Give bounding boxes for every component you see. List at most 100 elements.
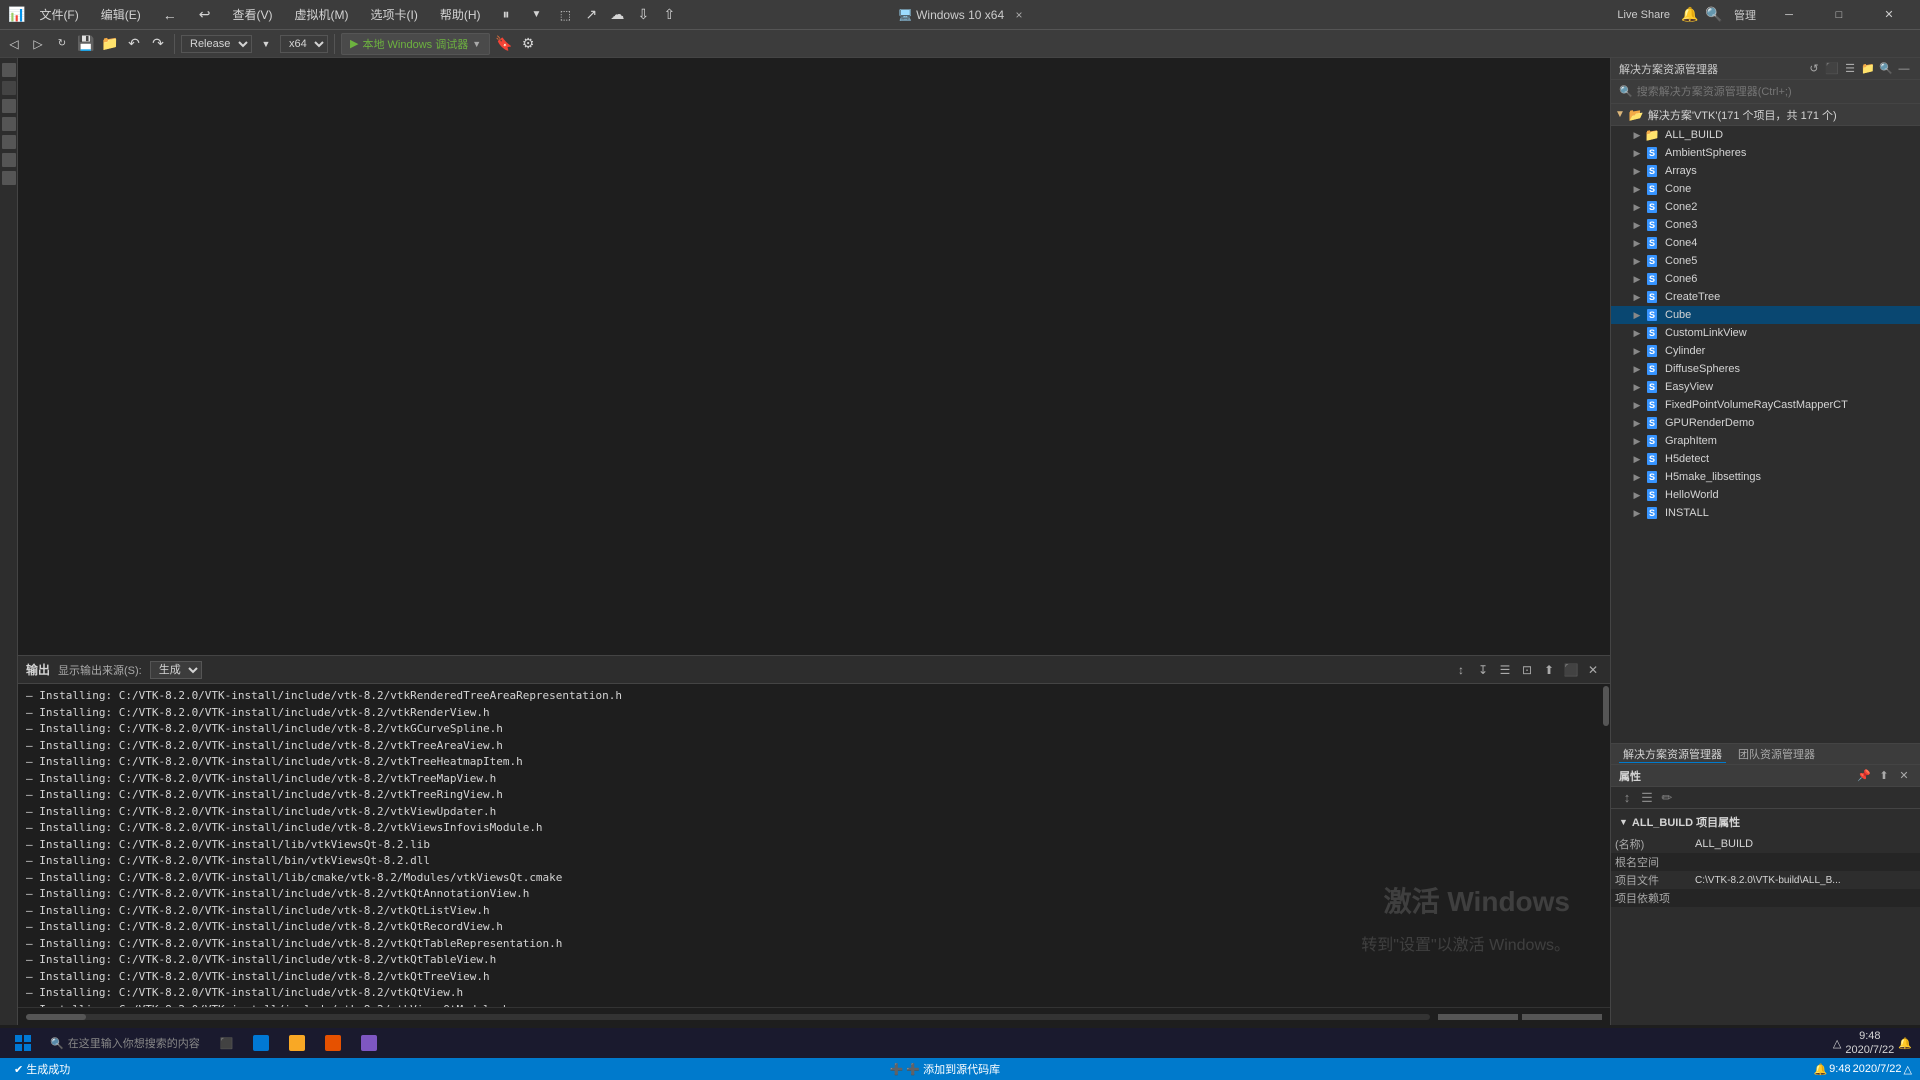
code-editor[interactable] bbox=[18, 58, 1610, 655]
props-btn-pin[interactable]: 📌 bbox=[1856, 768, 1872, 784]
tree-item-customlinkview[interactable]: ▶SCustomLinkView bbox=[1611, 324, 1920, 342]
tab-team-explorer[interactable]: 团队资源管理器 bbox=[1734, 746, 1819, 762]
taskbar-search-placeholder[interactable]: 在这里输入你想搜索的内容 bbox=[68, 1035, 200, 1051]
view-menu[interactable]: 查看(V) bbox=[225, 4, 281, 25]
taskbar-time[interactable]: 9:48 2020/7/22 bbox=[1845, 1029, 1894, 1058]
left-icon-2[interactable] bbox=[2, 81, 16, 95]
taskbar-explorer[interactable] bbox=[281, 1030, 313, 1056]
sol-btn-5[interactable]: 🔍 bbox=[1878, 61, 1894, 77]
tree-item-cone6[interactable]: ▶SCone6 bbox=[1611, 270, 1920, 288]
help-menu[interactable]: 帮助(H) bbox=[432, 4, 489, 25]
toolbar-icon-5[interactable]: ⇧ bbox=[659, 5, 679, 25]
sol-btn-3[interactable]: ☰ bbox=[1842, 61, 1858, 77]
left-icon-3[interactable] bbox=[2, 99, 16, 113]
props-btn-close[interactable]: ✕ bbox=[1896, 768, 1912, 784]
run-dropdown-icon[interactable]: ▼ bbox=[472, 39, 481, 49]
maximize-btn[interactable]: □ bbox=[1816, 0, 1862, 30]
output-btn-4[interactable]: ⊡ bbox=[1518, 661, 1536, 679]
sol-btn-1[interactable]: ↺ bbox=[1806, 61, 1822, 77]
tree-item-all_build[interactable]: ▶📁ALL_BUILD bbox=[1611, 126, 1920, 144]
left-icon-6[interactable] bbox=[2, 153, 16, 167]
left-icon-1[interactable] bbox=[2, 63, 16, 77]
bookmark-icon[interactable]: 🔖 bbox=[494, 34, 514, 54]
taskbar-app3[interactable] bbox=[317, 1030, 349, 1056]
status-success[interactable]: ✔ 生成成功 bbox=[8, 1061, 76, 1077]
toolbar-icon-2[interactable]: ↗ bbox=[581, 5, 601, 25]
solution-search-input[interactable] bbox=[1637, 86, 1912, 98]
tab-solution-explorer[interactable]: 解决方案资源管理器 bbox=[1619, 746, 1726, 763]
left-icon-5[interactable] bbox=[2, 135, 16, 149]
config-select[interactable]: Release Debug bbox=[181, 35, 252, 53]
tree-item-cone4[interactable]: ▶SCone4 bbox=[1611, 234, 1920, 252]
window-close-icon[interactable]: × bbox=[1015, 8, 1022, 22]
add-source-btn[interactable]: ➕ ➕ 添加到源代码库 bbox=[884, 1061, 1006, 1077]
taskbar-app4[interactable] bbox=[353, 1030, 385, 1056]
notification-center-icon[interactable]: 🔔 bbox=[1898, 1037, 1912, 1050]
tree-item-ambientspheres[interactable]: ▶SAmbientSpheres bbox=[1611, 144, 1920, 162]
refresh-btn[interactable]: ↻ bbox=[52, 34, 72, 54]
forward-btn[interactable]: ▷ bbox=[28, 34, 48, 54]
tree-item-h5detect[interactable]: ▶SH5detect bbox=[1611, 450, 1920, 468]
manage-btn[interactable]: 管理 bbox=[1728, 7, 1762, 23]
output-float-btn[interactable]: ⬆ bbox=[1540, 661, 1558, 679]
tree-item-easyview[interactable]: ▶SEasyView bbox=[1611, 378, 1920, 396]
tree-item-cone5[interactable]: ▶SCone5 bbox=[1611, 252, 1920, 270]
nav-back[interactable]: ← bbox=[155, 5, 185, 25]
virt-menu[interactable]: 虚拟机(M) bbox=[287, 4, 357, 25]
sol-search-icon[interactable]: — bbox=[1896, 61, 1912, 77]
save-btn[interactable]: 💾 bbox=[76, 34, 96, 54]
output-close-btn[interactable]: ✕ bbox=[1584, 661, 1602, 679]
back-btn[interactable]: ◁ bbox=[4, 34, 24, 54]
props-sort-alpha[interactable]: ↕ bbox=[1619, 790, 1635, 806]
edit-menu[interactable]: 编辑(E) bbox=[93, 4, 149, 25]
tree-item-graphitem[interactable]: ▶SGraphItem bbox=[1611, 432, 1920, 450]
tree-item-helloworld[interactable]: ▶SHelloWorld bbox=[1611, 486, 1920, 504]
undo2-btn[interactable]: ↶ bbox=[124, 34, 144, 54]
hide-icons-btn[interactable]: △ bbox=[1904, 1063, 1912, 1076]
props-sort-cat[interactable]: ☰ bbox=[1639, 790, 1655, 806]
platform-select[interactable]: x64 x86 bbox=[280, 35, 328, 53]
minimize-btn[interactable]: ─ bbox=[1766, 0, 1812, 30]
left-icon-4[interactable] bbox=[2, 117, 16, 131]
file-menu[interactable]: 文件(F) bbox=[31, 4, 86, 25]
taskbar-search[interactable]: 🔍 在这里输入你想搜索的内容 bbox=[42, 1030, 208, 1056]
tree-item-gpurenderdemo[interactable]: ▶SGPURenderDemo bbox=[1611, 414, 1920, 432]
output-scrollbar-h-thumb[interactable] bbox=[26, 1014, 86, 1020]
output-btn-3[interactable]: ☰ bbox=[1496, 661, 1514, 679]
props-section-header[interactable]: ▼ ALL_BUILD 项目属性 bbox=[1619, 813, 1912, 831]
notification-icon[interactable]: 🔔 bbox=[1813, 1063, 1827, 1076]
output-scrollbar-v[interactable] bbox=[1602, 684, 1610, 1007]
output-scrollbar-h[interactable] bbox=[26, 1014, 1430, 1020]
taskbar-task-view[interactable]: ⬛ bbox=[212, 1030, 242, 1056]
output-btn-2[interactable]: ↧ bbox=[1474, 661, 1492, 679]
tree-item-cone2[interactable]: ▶SCone2 bbox=[1611, 198, 1920, 216]
taskbar-edge[interactable] bbox=[245, 1030, 277, 1056]
search-icon[interactable]: 🔍 bbox=[1704, 5, 1724, 25]
tree-item-h5make_libsettings[interactable]: ▶SH5make_libsettings bbox=[1611, 468, 1920, 486]
taskbar-notify-icon[interactable]: △ bbox=[1833, 1037, 1841, 1050]
toolbar-icon-1[interactable]: ⬚ bbox=[555, 5, 575, 25]
tree-item-cone3[interactable]: ▶SCone3 bbox=[1611, 216, 1920, 234]
source-select[interactable]: 生成 bbox=[150, 661, 202, 679]
config-dropdown[interactable]: ▼ bbox=[256, 34, 276, 54]
props-btn-float[interactable]: ⬆ bbox=[1876, 768, 1892, 784]
select-menu[interactable]: 选项卡(I) bbox=[363, 4, 426, 25]
sol-btn-2[interactable]: ⬛ bbox=[1824, 61, 1840, 77]
tree-item-install[interactable]: ▶SINSTALL bbox=[1611, 504, 1920, 522]
start-btn[interactable] bbox=[8, 1030, 38, 1056]
tree-item-cube[interactable]: ▶SCube bbox=[1611, 306, 1920, 324]
tree-item-createtree[interactable]: ▶SCreateTree bbox=[1611, 288, 1920, 306]
tree-item-fixedpointvolumeraycastmapperct[interactable]: ▶SFixedPointVolumeRayCastMapperCT bbox=[1611, 396, 1920, 414]
live-share-btn[interactable]: Live Share bbox=[1611, 9, 1676, 21]
settings-icon[interactable]: ⚙ bbox=[518, 34, 538, 54]
output-scrollbar-thumb[interactable] bbox=[1603, 686, 1609, 726]
tree-item-diffusespheres[interactable]: ▶SDiffuseSpheres bbox=[1611, 360, 1920, 378]
pause-btn[interactable]: ⏸ bbox=[495, 4, 518, 25]
redo-btn[interactable]: ↷ bbox=[148, 34, 168, 54]
close-btn[interactable]: ✕ bbox=[1866, 0, 1912, 30]
sol-btn-4[interactable]: 📁 bbox=[1860, 61, 1876, 77]
left-icon-7[interactable] bbox=[2, 171, 16, 185]
output-btn-1[interactable]: ↕ bbox=[1452, 661, 1470, 679]
tree-item-cylinder[interactable]: ▶SCylinder bbox=[1611, 342, 1920, 360]
tree-item-cone[interactable]: ▶SCone bbox=[1611, 180, 1920, 198]
